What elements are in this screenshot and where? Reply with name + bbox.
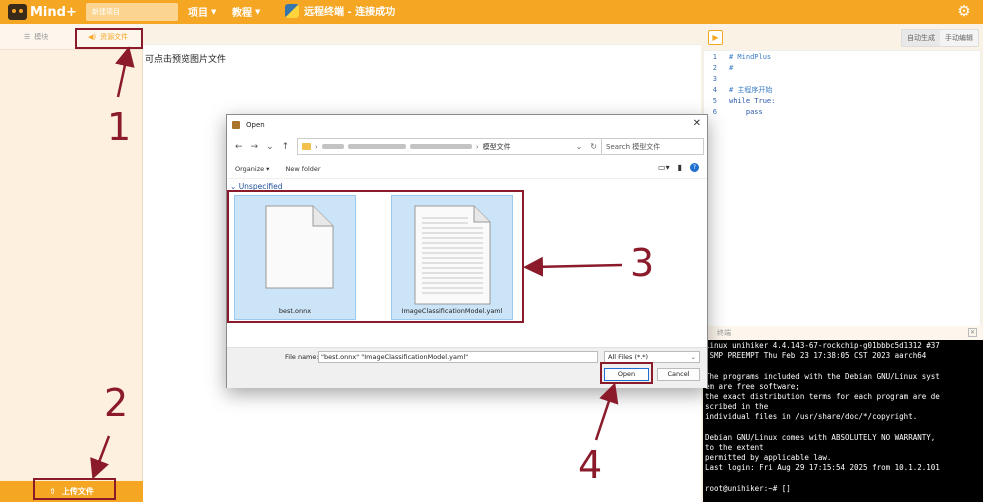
file-name-input[interactable]: "best.onnx" "ImageClassificationModel.ya… <box>318 351 598 363</box>
code-editor[interactable]: 1 # MindPlus 2 # 3 4 # 主程序开始 5 while True: 6… <box>703 50 981 340</box>
menu-tutorial[interactable]: 教程 ▼ <box>232 4 261 20</box>
chevron-down-icon: ▼ <box>255 7 261 16</box>
code-line: 4 # 主程序开始 <box>704 85 980 96</box>
organize-menu[interactable]: Organize ▾ <box>235 165 269 173</box>
chevron-right-icon: › <box>475 142 479 151</box>
code-line: 3 <box>704 74 980 85</box>
tab-modules-label: 模块 <box>34 33 49 41</box>
mode-tabs: 自动生成 手动编辑 <box>901 29 979 47</box>
chevron-down-icon[interactable]: ⌄ <box>576 142 583 151</box>
right-panel: ▶ 自动生成 手动编辑 1 # MindPlus 2 # 3 4 # 主程序开始 5w… <box>703 24 983 502</box>
project-name-input[interactable]: 新建项目 <box>86 3 178 21</box>
menu-project[interactable]: 项目 ▼ <box>188 4 217 20</box>
python-icon <box>285 3 299 18</box>
run-button[interactable]: ▶ <box>708 30 723 45</box>
code-line: 6 pass <box>704 107 980 118</box>
line-number: 2 <box>712 64 717 72</box>
file-name-label: File name: <box>285 353 319 361</box>
tab-modules[interactable]: ☰ 模块 <box>24 32 48 42</box>
close-icon[interactable]: ✕ <box>968 328 977 337</box>
annotation-number: 4 <box>578 443 603 487</box>
blurred-path-segment <box>321 144 344 149</box>
file-type-value: All Files (*.*) <box>608 353 649 361</box>
code-line: 1 # MindPlus <box>704 52 980 63</box>
back-arrow-icon[interactable]: ← <box>235 142 243 152</box>
mindplus-window: Mind+ 新建项目 项目 ▼ 教程 ▼ 远程终端 - 连接成功 ⚙ ☰ 模块 … <box>0 0 983 502</box>
address-controls: ⌄ ↻ <box>576 142 597 151</box>
line-number: 5 <box>712 97 717 105</box>
code-text: # 主程序开始 <box>729 86 773 94</box>
menu-tutorial-label: 教程 <box>232 8 252 19</box>
code-text: # <box>729 64 734 72</box>
chevron-right-icon: › <box>315 142 318 151</box>
preview-pane-icon[interactable]: ▮ <box>678 163 682 172</box>
annotation-box-resource-tab <box>75 28 143 49</box>
folder-icon <box>302 143 311 150</box>
chevron-down-icon[interactable]: ⌄ <box>266 142 274 152</box>
line-number: 4 <box>712 86 717 94</box>
chevron-down-icon: ⌄ <box>690 353 696 361</box>
cancel-button[interactable]: Cancel <box>657 368 700 381</box>
connection-status[interactable]: 远程终端 - 连接成功 <box>285 3 395 18</box>
code-text: pass <box>729 108 763 116</box>
tab-manual-edit[interactable]: 手动编辑 <box>940 30 978 46</box>
chevron-down-icon: ▼ <box>211 7 217 16</box>
tab-auto-generate[interactable]: 自动生成 <box>902 30 940 46</box>
view-mode-icon[interactable]: ▭▾ <box>658 163 670 172</box>
modules-icon: ☰ <box>24 33 31 41</box>
connection-status-text: 远程终端 - 连接成功 <box>304 7 396 18</box>
line-number: 3 <box>712 75 717 83</box>
logo-text: Mind+ <box>30 4 77 20</box>
blurred-path-segment <box>409 144 472 149</box>
preview-tip: 可点击预览图片文件 <box>145 55 227 65</box>
help-icon[interactable]: ? <box>690 163 699 172</box>
dialog-toolbar: Organize ▾ New folder ▭▾ ▮ ? <box>227 159 707 179</box>
up-arrow-icon[interactable]: ↑ <box>282 142 290 152</box>
annotation-number: 2 <box>104 381 129 425</box>
terminal-header: 终端 ✕ <box>703 326 983 340</box>
new-folder-button[interactable]: New folder <box>285 165 320 173</box>
blurred-path-segment <box>347 144 406 149</box>
code-line: 2 # <box>704 63 980 74</box>
annotation-box-upload <box>33 478 116 500</box>
terminal-output[interactable]: Linux unihiker 4.4.143-67-rockchip-g01bb… <box>703 340 983 502</box>
code-text: while True: <box>729 97 776 105</box>
dialog-navbar: ← → ⌄ ↑ › › 模型文件 ⌄ ↻ Search 模型文件 <box>227 135 707 159</box>
app-icon <box>232 121 240 129</box>
left-panel: ☰ 模块 ◀) 资源文件 ⇧ 上传文件 <box>0 24 143 502</box>
annotation-number: 3 <box>630 241 655 285</box>
code-line: 5 while True: <box>704 96 980 107</box>
line-number: 1 <box>712 53 717 61</box>
annotation-number: 1 <box>107 105 132 149</box>
top-bar: Mind+ 新建项目 项目 ▼ 教程 ▼ 远程终端 - 连接成功 ⚙ <box>0 0 983 24</box>
address-bar[interactable]: › › 模型文件 ⌄ ↻ <box>297 138 602 155</box>
robot-logo-icon <box>8 4 27 20</box>
view-controls: ▭▾ ▮ ? <box>658 163 699 172</box>
code-text: # MindPlus <box>729 53 772 61</box>
breadcrumb-current[interactable]: 模型文件 <box>483 142 511 152</box>
annotation-box-files <box>227 190 524 323</box>
dialog-title: Open <box>246 121 265 129</box>
terminal-title: 终端 <box>717 329 731 337</box>
logo: Mind+ <box>8 3 77 21</box>
refresh-icon[interactable]: ↻ <box>590 142 597 151</box>
annotation-box-open <box>600 362 653 384</box>
gear-icon[interactable]: ⚙ <box>956 3 972 19</box>
close-icon[interactable]: ✕ <box>693 118 701 129</box>
forward-arrow-icon[interactable]: → <box>251 142 259 152</box>
search-input[interactable]: Search 模型文件 <box>601 138 704 155</box>
menu-project-label: 项目 <box>188 8 208 19</box>
dialog-title-bar: Open ✕ <box>227 115 707 135</box>
